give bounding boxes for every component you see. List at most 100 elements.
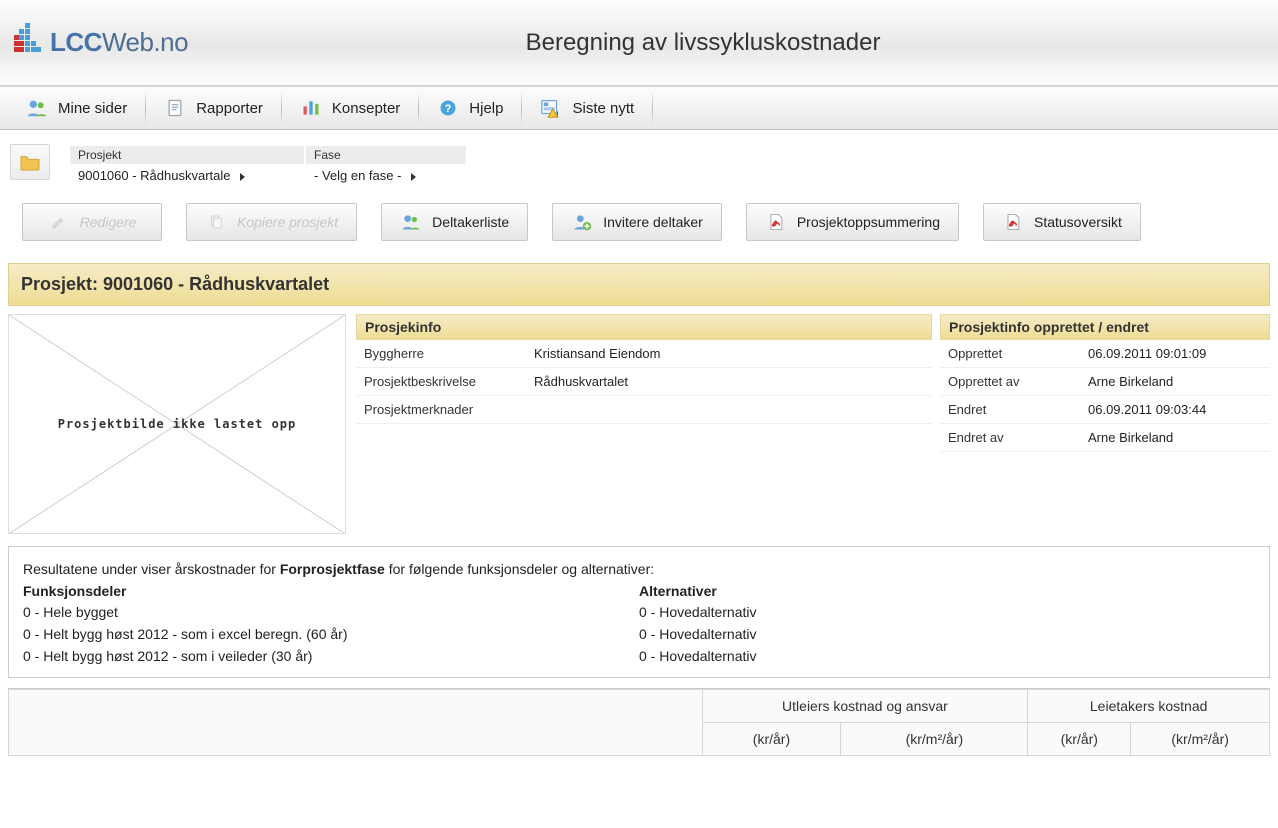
help-icon: ? <box>437 97 459 119</box>
breadcrumb-project-dropdown[interactable]: 9001060 - Rådhuskvartale <box>70 166 304 185</box>
add-user-icon <box>571 211 593 233</box>
logo-pixel-icon <box>14 23 42 63</box>
nav-rapporter[interactable]: Rapporter <box>146 87 281 129</box>
nav-siste-nytt[interactable]: ! Siste nytt <box>522 87 652 129</box>
pdf-icon <box>765 211 787 233</box>
alternativ-item: 0 - Hovedalternativ <box>639 624 1255 646</box>
copy-icon <box>205 211 227 233</box>
breadcrumb-phase-dropdown[interactable]: - Velg en fase - <box>306 166 466 185</box>
project-body: Prosjektbilde ikke lastet opp Prosjekinf… <box>8 314 1270 534</box>
news-alert-icon: ! <box>540 97 562 119</box>
header-bar: LCCWeb.no Beregning av livssykluskostnad… <box>0 0 1278 86</box>
funksjonsdel-item: 0 - Hele bygget <box>23 602 639 624</box>
page-title: Beregning av livssykluskostnader <box>188 29 1278 57</box>
funksjonsdel-item: 0 - Helt bygg høst 2012 - som i excel be… <box>23 624 639 646</box>
meta-row: Opprettet 06.09.2011 09:01:09 <box>940 340 1270 368</box>
nav-label: Rapporter <box>196 100 263 117</box>
info-row: Byggherre Kristiansand Eiendom <box>356 340 932 368</box>
info-value <box>526 396 932 423</box>
meta-row: Endret 06.09.2011 09:03:44 <box>940 396 1270 424</box>
nav-hjelp[interactable]: ? Hjelp <box>419 87 521 129</box>
breadcrumb-phase-label: Fase <box>306 146 466 164</box>
meta-row: Opprettet av Arne Birkeland <box>940 368 1270 396</box>
meta-value: Arne Birkeland <box>1080 368 1270 395</box>
funksjonsdel-item: 0 - Helt bygg høst 2012 - som i veileder… <box>23 646 639 668</box>
meta-label: Endret <box>940 396 1080 423</box>
meta-label: Endret av <box>940 424 1080 451</box>
info-value: Rådhuskvartalet <box>526 368 932 395</box>
edit-button: Redigere <box>22 203 162 241</box>
alternativ-item: 0 - Hovedalternativ <box>639 646 1255 668</box>
project-toolbar: Redigere Kopiere prosjekt Deltakerliste … <box>0 197 1278 263</box>
results-intro-pre: Resultatene under viser årskostnader for <box>23 561 280 577</box>
pdf-icon <box>1002 211 1024 233</box>
info-value: Kristiansand Eiendom <box>526 340 932 367</box>
nav-mine-sider[interactable]: Mine sider <box>8 87 145 129</box>
nav-konsepter[interactable]: Konsepter <box>282 87 418 129</box>
meta-value: 06.09.2011 09:03:44 <box>1080 396 1270 423</box>
project-info-header: Prosjekinfo <box>356 314 932 340</box>
results-intro: Resultatene under viser årskostnader for… <box>23 559 1255 581</box>
project-title-bar: Prosjekt: 9001060 - Rådhuskvartalet <box>8 263 1270 306</box>
participant-list-button[interactable]: Deltakerliste <box>381 203 528 241</box>
info-label: Byggherre <box>356 340 526 367</box>
breadcrumb-phase-value: - Velg en fase - <box>314 168 401 183</box>
meta-value: 06.09.2011 09:01:09 <box>1080 340 1270 367</box>
chevron-right-icon <box>411 173 416 181</box>
svg-text:!: ! <box>557 109 559 118</box>
funksjonsdeler-header: Funksjonsdeler <box>23 581 639 603</box>
meta-row: Endret av Arne Birkeland <box>940 424 1270 452</box>
cost-table: Utleiers kostnad og ansvar Leietakers ko… <box>8 688 1270 756</box>
chevron-right-icon <box>240 173 245 181</box>
cost-unit: (kr/år) <box>702 723 841 756</box>
button-label: Prosjektoppsummering <box>797 214 940 230</box>
alternativ-item: 0 - Hovedalternativ <box>639 602 1255 624</box>
funksjonsdeler-column: Funksjonsdeler 0 - Hele bygget 0 - Helt … <box>23 581 639 668</box>
project-meta-header: Prosjektinfo opprettet / endret <box>940 314 1270 340</box>
info-row: Prosjektbeskrivelse Rådhuskvartalet <box>356 368 932 396</box>
project-info-panel: Prosjekinfo Byggherre Kristiansand Eiend… <box>356 314 932 452</box>
button-label: Kopiere prosjekt <box>237 214 338 230</box>
nav-label: Konsepter <box>332 100 400 117</box>
nav-label: Siste nytt <box>572 100 634 117</box>
logo-text: LCCWeb.no <box>50 27 188 58</box>
bar-chart-icon <box>300 97 322 119</box>
main-nav: Mine sider Rapporter Konsepter ? Hjelp !… <box>0 86 1278 130</box>
results-intro-post: for følgende funksjonsdeler og alternati… <box>385 561 654 577</box>
nav-label: Mine sider <box>58 100 127 117</box>
nav-separator <box>652 91 653 125</box>
breadcrumb-project-label: Prosjekt <box>70 146 304 164</box>
button-label: Statusoversikt <box>1034 214 1122 230</box>
info-label: Prosjektbeskrivelse <box>356 368 526 395</box>
meta-label: Opprettet <box>940 340 1080 367</box>
cost-unit: (kr/m²/år) <box>841 723 1028 756</box>
project-summary-button[interactable]: Prosjektoppsummering <box>746 203 959 241</box>
cost-unit: (kr/år) <box>1028 723 1131 756</box>
button-label: Redigere <box>80 214 137 230</box>
folder-icon <box>19 153 41 171</box>
users-icon <box>400 211 422 233</box>
document-icon <box>164 97 186 119</box>
cost-group-utleier: Utleiers kostnad og ansvar <box>702 690 1028 723</box>
cost-unit: (kr/m²/år) <box>1131 723 1270 756</box>
breadcrumb: Prosjekt Fase 9001060 - Rådhuskvartale -… <box>0 130 1278 197</box>
button-label: Deltakerliste <box>432 214 509 230</box>
breadcrumb-project-value: 9001060 - Rådhuskvartale <box>78 168 231 183</box>
results-panel: Resultatene under viser årskostnader for… <box>8 546 1270 678</box>
project-meta-panel: Prosjektinfo opprettet / endret Opprette… <box>940 314 1270 452</box>
copy-project-button: Kopiere prosjekt <box>186 203 357 241</box>
cost-table-lead <box>9 690 703 756</box>
cost-group-leietaker: Leietakers kostnad <box>1028 690 1270 723</box>
results-intro-phase: Forprosjektfase <box>280 561 385 577</box>
nav-label: Hjelp <box>469 100 503 117</box>
status-overview-button[interactable]: Statusoversikt <box>983 203 1141 241</box>
invite-participant-button[interactable]: Invitere deltaker <box>552 203 722 241</box>
logo[interactable]: LCCWeb.no <box>14 23 188 63</box>
svg-text:?: ? <box>445 103 452 115</box>
info-row: Prosjektmerknader <box>356 396 932 424</box>
edit-icon <box>48 211 70 233</box>
meta-value: Arne Birkeland <box>1080 424 1270 451</box>
project-folder-button[interactable] <box>10 144 50 180</box>
alternativer-header: Alternativer <box>639 581 1255 603</box>
project-image-placeholder: Prosjektbilde ikke lastet opp <box>8 314 346 534</box>
